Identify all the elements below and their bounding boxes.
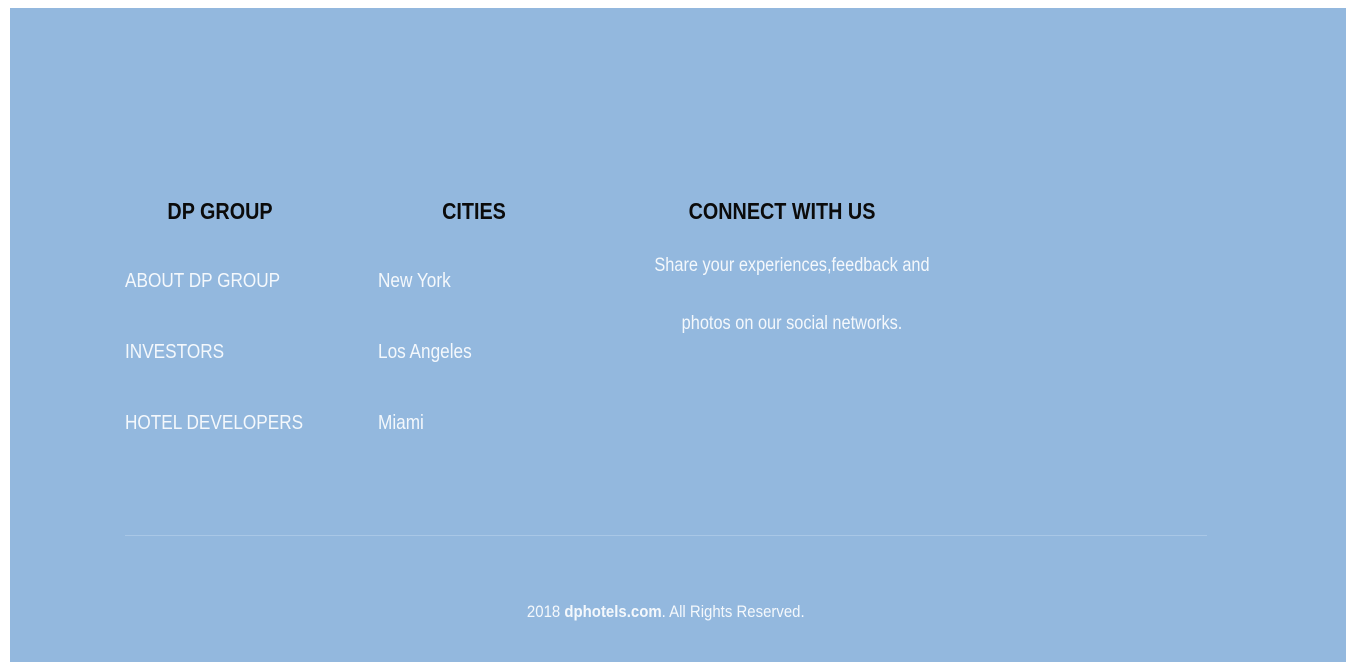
- dp-group-heading: DP GROUP: [167, 198, 273, 224]
- copyright-site-link[interactable]: dphotels.com: [565, 602, 662, 621]
- hotel-developers-link[interactable]: HOTEL DEVELOPERS: [125, 412, 303, 435]
- about-dp-group-link[interactable]: ABOUT DP GROUP: [125, 270, 280, 293]
- site-footer: DP GROUP ABOUT DP GROUP INVESTORS HOTEL …: [10, 8, 1346, 662]
- copyright-suffix: . All Rights Reserved.: [661, 602, 805, 621]
- copyright-notice: 2018 dphotels.com. All Rights Reserved.: [10, 602, 1322, 622]
- connect-with-us-heading: CONNECT WITH US: [688, 198, 876, 224]
- investors-link[interactable]: INVESTORS: [125, 341, 224, 364]
- copyright-year: 2018: [527, 602, 561, 621]
- city-link-los-angeles[interactable]: Los Angeles: [378, 341, 472, 364]
- city-link-miami[interactable]: Miami: [378, 412, 424, 435]
- connect-text-line-1: Share your experiences,feedback and: [654, 255, 930, 276]
- connect-text-line-2: photos on our social networks.: [681, 313, 903, 334]
- footer-divider: [125, 535, 1207, 536]
- city-link-new-york[interactable]: New York: [378, 270, 451, 293]
- cities-heading: CITIES: [442, 198, 506, 224]
